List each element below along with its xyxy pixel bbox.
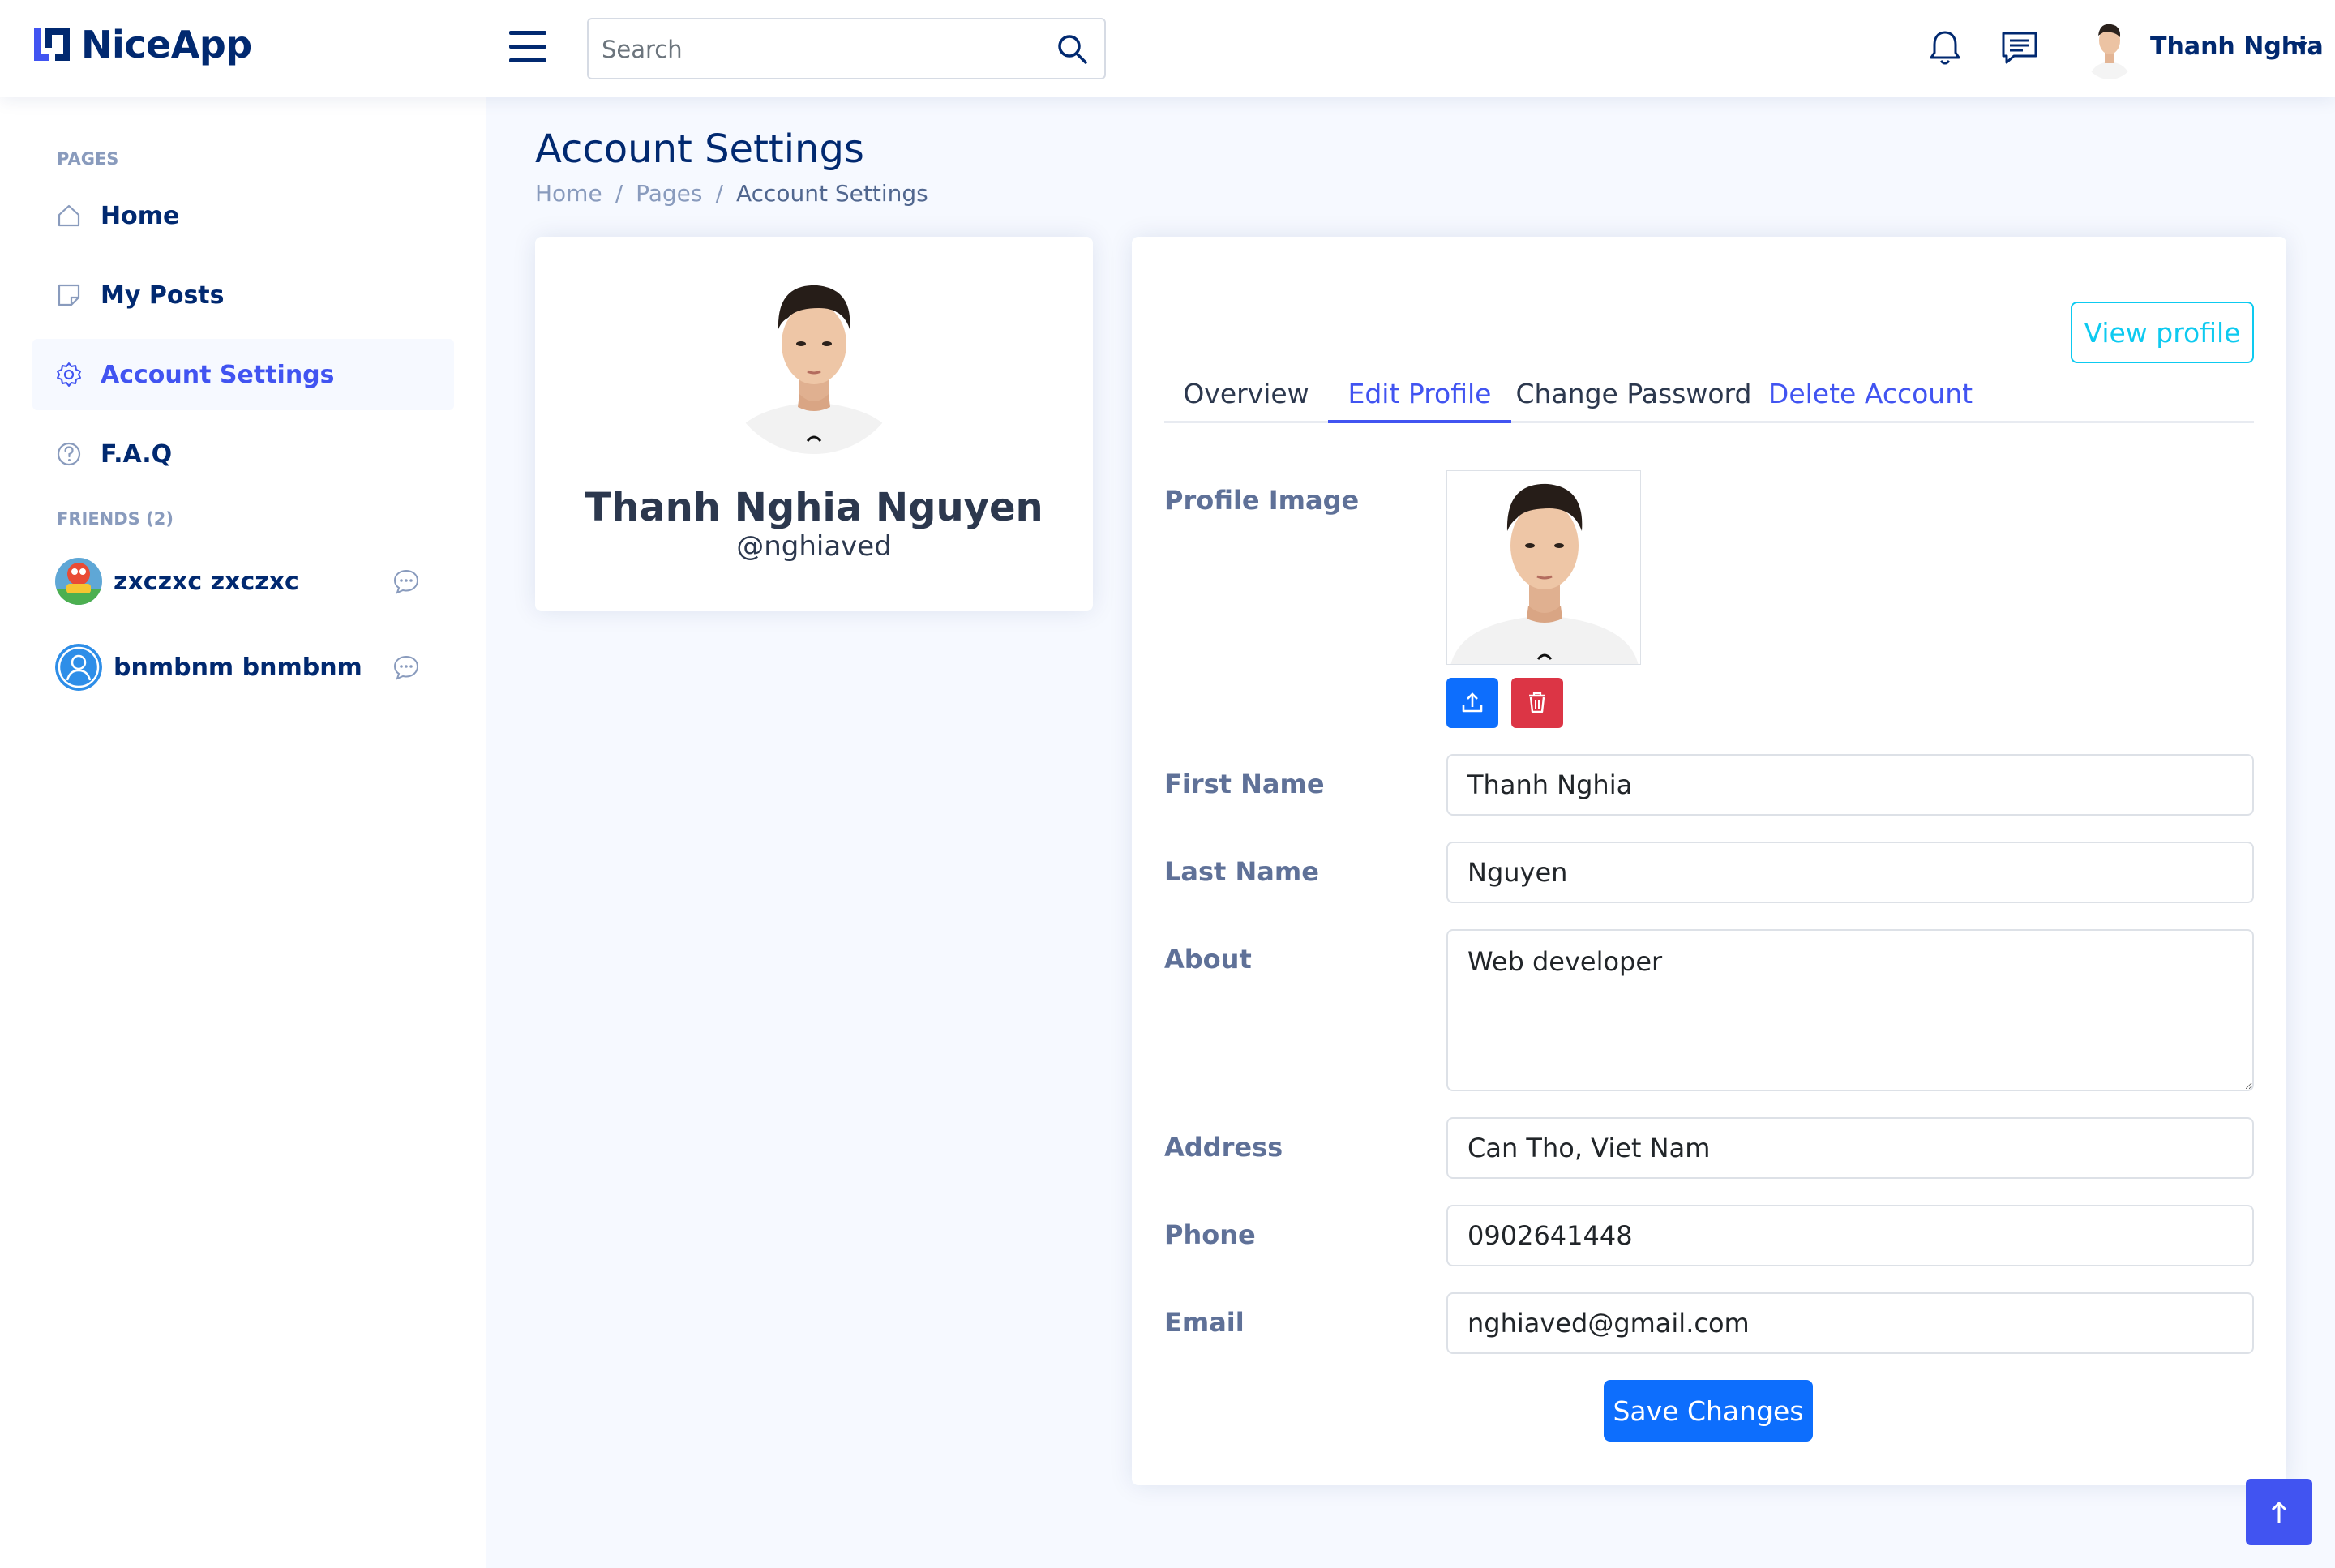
chat-dots-icon[interactable]	[392, 653, 420, 681]
settings-card: View profile Overview Edit Profile Chang…	[1132, 237, 2286, 1485]
chevron-down-icon[interactable]	[2294, 42, 2307, 49]
last-name-label: Last Name	[1164, 856, 1319, 887]
breadcrumb-current: Account Settings	[735, 180, 928, 207]
back-to-top-button[interactable]	[2246, 1479, 2312, 1545]
logo-icon	[34, 28, 70, 61]
sidebar-item-faq[interactable]: F.A.Q	[32, 418, 454, 490]
tab-edit-profile[interactable]: Edit Profile	[1328, 365, 1511, 423]
nav-heading-pages: PAGES	[57, 149, 119, 169]
nav-heading-friends: FRIENDS (2)	[57, 509, 174, 529]
house-icon	[58, 204, 80, 227]
sidebar-item-label: F.A.Q	[101, 439, 173, 469]
address-label: Address	[1164, 1132, 1283, 1163]
profile-handle: @nghiaved	[736, 530, 892, 563]
last-name-field[interactable]	[1446, 842, 2254, 903]
app-logo[interactable]: NiceApp	[31, 23, 252, 66]
sidebar-item-label: Account Settings	[101, 360, 335, 389]
profile-card: Thanh Nghia Nguyen @nghiaved	[535, 237, 1093, 611]
sidebar-item-account-settings[interactable]: Account Settings	[32, 339, 454, 410]
profile-image-preview	[1446, 470, 1641, 665]
settings-tabs: Overview Edit Profile Change Password De…	[1164, 365, 2254, 423]
breadcrumb-separator: /	[715, 180, 723, 207]
sidebar-item-label: Home	[101, 201, 180, 230]
tab-change-password[interactable]: Change Password	[1511, 365, 1756, 423]
gear-icon	[57, 362, 81, 387]
bell-icon[interactable]	[1925, 28, 1965, 68]
about-field[interactable]: Web developer	[1446, 929, 2254, 1091]
breadcrumb-separator: /	[615, 180, 623, 207]
first-name-field[interactable]	[1446, 754, 2254, 816]
search-input[interactable]	[602, 31, 1039, 68]
chat-dots-icon[interactable]	[392, 568, 420, 595]
friend-item[interactable]: bnmbnm bnmbnm	[55, 639, 420, 696]
profile-photo	[723, 272, 905, 454]
save-changes-button[interactable]: Save Changes	[1604, 1380, 1813, 1442]
sidebar-item-home[interactable]: Home	[32, 180, 454, 251]
about-label: About	[1164, 944, 1252, 975]
tab-delete-account[interactable]: Delete Account	[1756, 365, 1985, 423]
phone-label: Phone	[1164, 1219, 1256, 1250]
page-title: Account Settings	[535, 126, 864, 172]
sidebar-item-my-posts[interactable]: My Posts	[32, 259, 454, 331]
chat-icon[interactable]	[1999, 28, 2040, 68]
friend-name: bnmbnm bnmbnm	[114, 653, 362, 682]
first-name-label: First Name	[1164, 769, 1325, 799]
sidebar-toggle-icon[interactable]	[509, 31, 546, 63]
remove-image-button[interactable]	[1511, 678, 1563, 728]
friend-avatar	[55, 558, 102, 605]
app-name: NiceApp	[81, 23, 252, 66]
upload-image-button[interactable]	[1446, 678, 1498, 728]
top-header: NiceApp Thanh Nghia	[0, 0, 2335, 97]
breadcrumb: Home / Pages / Account Settings	[535, 180, 928, 207]
profile-name: Thanh Nghia Nguyen	[585, 485, 1043, 530]
upload-icon	[1462, 692, 1483, 713]
breadcrumb-pages[interactable]: Pages	[636, 180, 702, 207]
sidebar-item-label: My Posts	[101, 281, 225, 310]
search-icon[interactable]	[1056, 32, 1090, 66]
search-bar	[587, 18, 1106, 79]
arrow-up-icon	[2271, 1501, 2287, 1523]
phone-field[interactable]	[1446, 1205, 2254, 1266]
friend-item[interactable]: zxczxc zxczxc	[55, 553, 420, 610]
journal-icon	[58, 284, 80, 306]
friend-name: zxczxc zxczxc	[114, 567, 299, 596]
email-field[interactable]	[1446, 1292, 2254, 1354]
friend-avatar	[55, 644, 102, 691]
trash-icon	[1529, 692, 1545, 713]
breadcrumb-home[interactable]: Home	[535, 180, 602, 207]
user-avatar[interactable]	[2082, 18, 2137, 79]
tab-overview[interactable]: Overview	[1164, 365, 1328, 423]
question-circle-icon	[57, 442, 81, 466]
email-label: Email	[1164, 1307, 1245, 1338]
profile-image-label: Profile Image	[1164, 485, 1360, 516]
address-field[interactable]	[1446, 1117, 2254, 1179]
view-profile-button[interactable]: View profile	[2071, 302, 2254, 363]
sidebar: PAGES Home My Posts Account Settings F.A…	[0, 97, 486, 1568]
